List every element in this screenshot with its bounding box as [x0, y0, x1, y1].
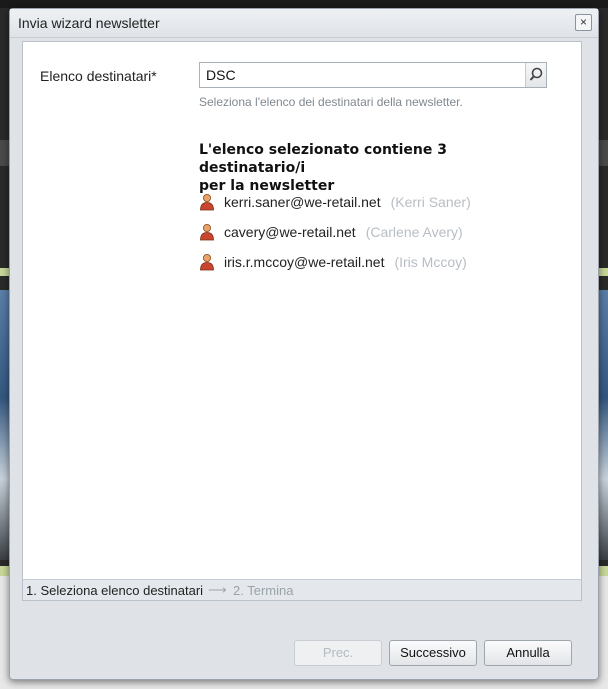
recipients-combobox[interactable]: DSC [199, 62, 547, 88]
step-next: 2. Termina [233, 583, 294, 598]
recipient-email: kerri.saner@we-retail.net [224, 194, 381, 210]
dialog-titlebar[interactable]: Invia wizard newsletter × [10, 9, 598, 38]
summary-line-1: L'elenco selezionato contiene 3 destinat… [199, 142, 447, 176]
recipient-item: cavery@we-retail.net (Carlene Avery) [199, 223, 463, 243]
recipient-email: iris.r.mccoy@we-retail.net [224, 254, 385, 270]
step-current: 1. Seleziona elenco destinatari [26, 583, 204, 598]
user-icon [200, 194, 214, 211]
wizard-steps-bar: 1. Seleziona elenco destinatari ⟶ 2. Ter… [23, 579, 581, 600]
close-icon: × [579, 15, 587, 29]
wizard-body: Elenco destinatari* DSC Seleziona l'elen… [22, 41, 582, 601]
required-marker: * [151, 68, 157, 84]
recipients-input[interactable]: DSC [206, 67, 236, 83]
close-button[interactable]: × [575, 14, 592, 31]
search-button[interactable] [525, 63, 546, 87]
user-icon [200, 224, 214, 241]
newsletter-wizard-dialog: Invia wizard newsletter × Elenco destina… [9, 8, 599, 680]
recipients-field-label: Elenco destinatari* [40, 68, 157, 84]
background-topbar [0, 0, 608, 8]
user-icon [200, 254, 214, 271]
recipients-label-text: Elenco destinatari [40, 68, 152, 84]
arrow-right-icon: ⟶ [208, 582, 227, 597]
cancel-button[interactable]: Annulla [484, 640, 572, 666]
recipient-name: (Kerri Saner) [390, 194, 471, 210]
recipient-email: cavery@we-retail.net [224, 224, 356, 240]
dialog-title: Invia wizard newsletter [18, 15, 160, 31]
recipient-name: (Carlene Avery) [365, 224, 463, 240]
recipients-help-text: Seleziona l'elenco dei destinatari della… [199, 95, 463, 109]
recipient-item: kerri.saner@we-retail.net (Kerri Saner) [199, 193, 471, 213]
next-button[interactable]: Successivo [389, 640, 477, 666]
recipient-name: (Iris Mccoy) [394, 254, 467, 270]
recipients-summary: L'elenco selezionato contiene 3 destinat… [199, 141, 539, 195]
recipient-item: iris.r.mccoy@we-retail.net (Iris Mccoy) [199, 253, 467, 273]
search-icon [529, 67, 543, 81]
previous-button[interactable]: Prec. [294, 640, 382, 666]
